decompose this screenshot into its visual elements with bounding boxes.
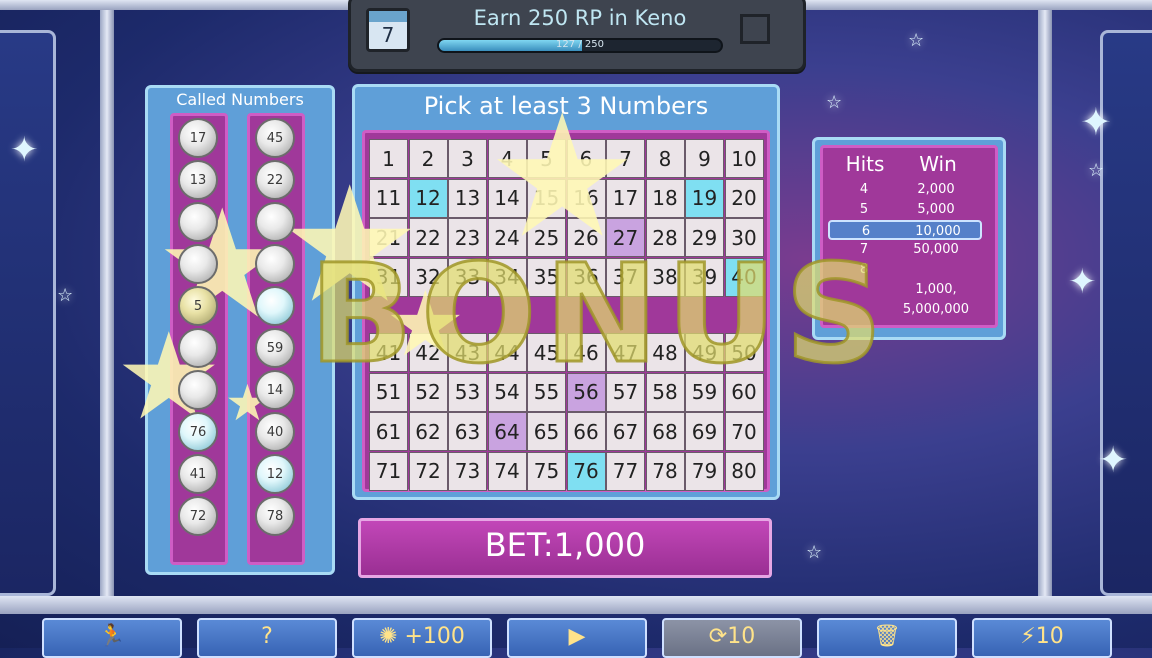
keno-cell-20[interactable]: 20 <box>724 178 764 218</box>
called-ball: 78 <box>255 496 295 536</box>
keno-cell-9[interactable]: 9 <box>685 139 724 178</box>
payout-hits-header: Hits <box>845 152 885 176</box>
keno-cell-73[interactable]: 73 <box>448 451 487 491</box>
quest-progress-text: 127 / 250 <box>556 39 604 50</box>
keno-cell-69[interactable]: 69 <box>685 412 724 451</box>
keno-cell-67[interactable]: 67 <box>606 412 645 451</box>
called-ball: 14 <box>255 370 295 410</box>
repeat-icon: ⟳10 <box>708 624 756 649</box>
called-ball <box>178 244 218 284</box>
payout-win: 5,000 <box>917 202 955 217</box>
sparkle-icon: ✦ <box>10 130 39 170</box>
payout-win-header: Win <box>919 152 957 176</box>
sparkle-icon: ✦ <box>1068 262 1097 302</box>
auto-10-button[interactable]: ⟳10 <box>662 618 802 658</box>
frame-bottom-bar <box>0 596 1152 614</box>
keno-cell-80[interactable]: 80 <box>724 451 764 491</box>
bonus-banner: BONUS <box>308 235 891 396</box>
keno-cell-79[interactable]: 79 <box>685 451 724 491</box>
called-ball: 72 <box>178 496 218 536</box>
exit-icon: 🏃 <box>98 624 126 649</box>
keno-cell-3[interactable]: 3 <box>448 139 487 178</box>
sparkle-icon: ☆ <box>57 285 74 306</box>
keno-cell-8[interactable]: 8 <box>645 139 685 178</box>
keno-cell-68[interactable]: 68 <box>645 412 685 451</box>
sparkle-icon: ☆ <box>908 30 925 51</box>
bet-label: BET:1,000 <box>484 526 646 564</box>
called-ball: 76 <box>178 412 218 452</box>
lightning-icon: ⚡10 <box>1020 624 1064 649</box>
keno-cell-66[interactable]: 66 <box>566 412 606 451</box>
keno-cell-70[interactable]: 70 <box>724 412 764 451</box>
keno-cell-10[interactable]: 10 <box>724 139 764 178</box>
keno-cell-13[interactable]: 13 <box>448 178 487 218</box>
trash-icon: 🗑 <box>873 624 901 649</box>
sun-icon: ✺ +100 <box>379 624 465 649</box>
play-button[interactable]: ▶ <box>507 618 647 658</box>
sparkle-icon: ☆ <box>806 542 823 563</box>
payout-row: 5 5,000 <box>828 200 982 220</box>
quick-10-button[interactable]: ⚡10 <box>972 618 1112 658</box>
called-ball: 45 <box>255 118 295 158</box>
sparkle-icon: ☆ <box>1088 160 1105 181</box>
called-ball <box>178 370 218 410</box>
keno-cell-18[interactable]: 18 <box>645 178 685 218</box>
keno-cell-19[interactable]: 19 <box>685 178 724 218</box>
calendar-icon: 7 <box>366 8 410 52</box>
keno-cell-71[interactable]: 71 <box>369 451 408 491</box>
quest-title: Earn 250 RP in Keno <box>473 6 687 30</box>
called-ball: 5 <box>178 286 218 326</box>
quest-checkbox[interactable] <box>740 14 770 44</box>
help-button[interactable]: ? <box>197 618 337 658</box>
help-icon: ? <box>261 624 273 649</box>
keno-cell-74[interactable]: 74 <box>487 451 527 491</box>
called-ball: 41 <box>178 454 218 494</box>
keno-cell-75[interactable]: 75 <box>527 451 566 491</box>
called-ball <box>178 202 218 242</box>
called-ball: 13 <box>178 160 218 200</box>
called-ball: 17 <box>178 118 218 158</box>
called-ball <box>178 328 218 368</box>
keno-cell-77[interactable]: 77 <box>606 451 645 491</box>
keno-cell-72[interactable]: 72 <box>408 451 448 491</box>
called-ball: 59 <box>255 328 295 368</box>
play-icon: ▶ <box>568 624 586 649</box>
bonus-100-button[interactable]: ✺ +100 <box>352 618 492 658</box>
payout-win: 2,000 <box>917 182 955 197</box>
frame-pillar-right <box>1038 0 1052 600</box>
called-ball: 12 <box>255 454 295 494</box>
keno-cell-64[interactable]: 64 <box>487 412 527 451</box>
called-ball <box>255 286 295 326</box>
called-ball: 22 <box>255 160 295 200</box>
keno-cell-62[interactable]: 62 <box>408 412 448 451</box>
sparkle-icon: ✦ <box>1080 100 1112 144</box>
sparkle-icon: ☆ <box>826 92 843 113</box>
exit-button[interactable]: 🏃 <box>42 618 182 658</box>
payout-row: 4 2,000 <box>828 180 982 200</box>
clear-button[interactable]: 🗑 <box>817 618 957 658</box>
called-ball <box>255 244 295 284</box>
keno-cell-76[interactable]: 76 <box>566 451 606 491</box>
left-window-panel <box>0 30 56 596</box>
keno-cell-78[interactable]: 78 <box>645 451 685 491</box>
keno-cell-63[interactable]: 63 <box>448 412 487 451</box>
sparkle-icon: ✦ <box>1098 440 1129 481</box>
keno-cell-65[interactable]: 65 <box>527 412 566 451</box>
keno-cell-61[interactable]: 61 <box>369 412 408 451</box>
called-numbers-title: Called Numbers <box>176 90 304 109</box>
called-ball <box>255 202 295 242</box>
frame-pillar-left <box>100 0 114 600</box>
called-ball: 40 <box>255 412 295 452</box>
